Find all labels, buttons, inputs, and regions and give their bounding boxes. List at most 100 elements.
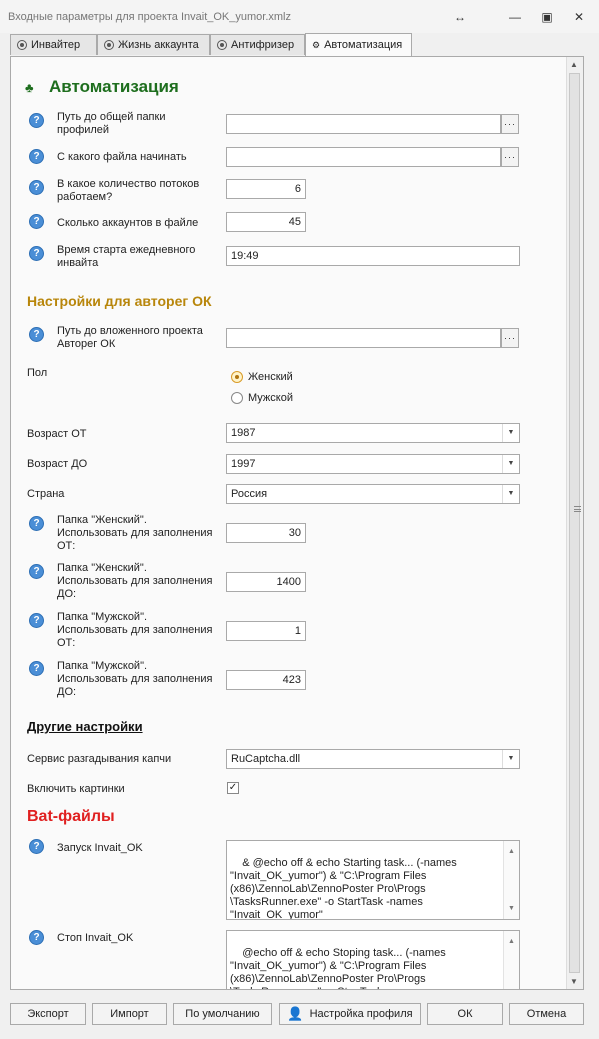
scrollbar-thumb[interactable] (569, 73, 581, 973)
tab-antifreezer[interactable]: Антифризер (210, 34, 305, 55)
minimize-button[interactable]: — (504, 8, 526, 26)
age-from-select[interactable]: 1987 ▼ (226, 423, 520, 443)
start-bat-text: & @echo off & echo Starting task... (-na… (230, 857, 457, 920)
chevron-down-icon[interactable]: ▼ (502, 485, 519, 503)
country-select[interactable]: Россия ▼ (226, 484, 520, 504)
browse-button[interactable]: ··· (501, 114, 519, 134)
maximize-button[interactable]: ▣ (536, 8, 558, 26)
female-to-label: Папка "Женский". Использовать для заполн… (57, 562, 213, 600)
radio-female[interactable] (231, 371, 243, 383)
profiles-path-label: Путь до общей папки профилей (57, 111, 166, 136)
resize-icon[interactable]: ↔ (449, 8, 471, 26)
stop-bat-text: @echo off & echo Stoping task... (-names… (230, 947, 446, 989)
help-icon[interactable]: ? (29, 180, 44, 195)
help-icon[interactable]: ? (29, 564, 44, 579)
nested-project-label: Путь до вложенного проекта Авторег ОК (57, 325, 203, 350)
chevron-down-icon[interactable]: ▼ (502, 455, 519, 473)
import-button[interactable]: Импорт (92, 1003, 167, 1025)
export-button[interactable]: Экспорт (10, 1003, 86, 1025)
help-icon[interactable]: ? (29, 613, 44, 628)
captcha-select[interactable]: RuCaptcha.dll ▼ (226, 749, 520, 769)
images-label: Включить картинки (27, 783, 125, 795)
accounts-input[interactable]: 45 (226, 212, 306, 232)
scroll-down-icon[interactable]: ▼ (570, 977, 578, 986)
tab-inviter[interactable]: Инвайтер (10, 34, 97, 55)
radio-female-label: Женский (248, 371, 293, 383)
help-icon[interactable]: ? (29, 149, 44, 164)
browse-button[interactable]: ··· (501, 328, 519, 348)
close-button[interactable]: ✕ (568, 8, 590, 26)
textarea-scrollbar[interactable]: ▲ (503, 931, 519, 989)
tab-settings-icon: ⚙ (312, 39, 321, 50)
panel-scrollbar[interactable]: ▲ ▼ (566, 57, 583, 989)
tab-automation[interactable]: ⚙ Автоматизация (305, 33, 412, 56)
help-icon[interactable]: ? (29, 839, 44, 854)
textarea-scrollbar[interactable]: ▲ ▼ (503, 841, 519, 919)
tab-gear-icon (17, 40, 27, 50)
scroll-down-icon[interactable]: ▼ (508, 902, 515, 915)
captcha-value: RuCaptcha.dll (231, 753, 301, 765)
section-title-bat: Bat-файлы (27, 808, 115, 825)
chevron-down-icon[interactable]: ▼ (502, 750, 519, 768)
age-to-value: 1997 (231, 458, 256, 470)
section-title-automation: Автоматизация (49, 77, 179, 96)
default-button[interactable]: По умолчанию (173, 1003, 272, 1025)
radio-male[interactable] (231, 392, 243, 404)
help-icon[interactable]: ? (29, 246, 44, 261)
chevron-down-icon[interactable]: ▼ (502, 424, 519, 442)
help-icon[interactable]: ? (29, 214, 44, 229)
male-from-label: Папка "Мужской". Использовать для заполн… (57, 611, 213, 649)
automation-section-icon: ♣ (25, 80, 34, 95)
profile-settings-button[interactable]: 👤 Настройка профиля (279, 1003, 421, 1025)
male-to-label: Папка "Мужской". Использовать для заполн… (57, 660, 213, 698)
help-icon[interactable]: ? (29, 327, 44, 342)
female-to-input[interactable]: 1400 (226, 572, 306, 592)
female-from-input[interactable]: 30 (226, 523, 306, 543)
threads-input[interactable]: 6 (226, 179, 306, 199)
profile-settings-label: Настройка профиля (309, 1008, 413, 1020)
section-title-autoreg: Настройки для авторег ОК (27, 293, 212, 309)
gender-label: Пол (27, 367, 48, 379)
tab-label: Автоматизация (324, 39, 403, 51)
tab-gear-icon (217, 40, 227, 50)
window-title: Входные параметры для проекта Invait_OK_… (8, 11, 292, 23)
age-from-label: Возраст ОТ (27, 428, 87, 440)
browse-button[interactable]: ··· (501, 147, 519, 167)
user-icon: 👤 (287, 1006, 304, 1021)
help-icon[interactable]: ? (29, 516, 44, 531)
stop-bat-textarea[interactable]: @echo off & echo Stoping task... (-names… (226, 930, 520, 989)
profiles-path-input[interactable] (226, 114, 501, 134)
grip-icon (574, 506, 581, 512)
scroll-up-icon[interactable]: ▲ (570, 60, 578, 69)
start-time-input[interactable]: 19:49 (226, 246, 520, 266)
age-from-value: 1987 (231, 427, 256, 439)
start-bat-label: Запуск Invait_OK (57, 842, 143, 854)
start-file-input[interactable] (226, 147, 501, 167)
tab-gear-icon (104, 40, 114, 50)
scroll-up-icon[interactable]: ▲ (508, 935, 515, 948)
male-from-input[interactable]: 1 (226, 621, 306, 641)
tab-account-life[interactable]: Жизнь аккаунта (97, 34, 210, 55)
country-value: Россия (231, 488, 268, 500)
ok-button[interactable]: ОК (427, 1003, 503, 1025)
start-file-label: С какого файла начинать (57, 151, 187, 163)
help-icon[interactable]: ? (29, 930, 44, 945)
scroll-up-icon[interactable]: ▲ (508, 845, 515, 858)
accounts-label: Сколько аккаунтов в файле (57, 217, 199, 229)
tab-label: Инвайтер (31, 39, 81, 51)
stop-bat-label: Стоп Invait_OK (57, 932, 134, 944)
male-to-input[interactable]: 423 (226, 670, 306, 690)
help-icon[interactable]: ? (29, 113, 44, 128)
images-checkbox[interactable]: ✓ (227, 782, 239, 794)
female-from-label: Папка "Женский". Использовать для заполн… (57, 514, 213, 552)
help-icon[interactable]: ? (29, 661, 44, 676)
cancel-button[interactable]: Отмена (509, 1003, 584, 1025)
age-to-select[interactable]: 1997 ▼ (226, 454, 520, 474)
country-label: Страна (27, 488, 65, 500)
start-bat-textarea[interactable]: & @echo off & echo Starting task... (-na… (226, 840, 520, 920)
nested-project-input[interactable] (226, 328, 501, 348)
age-to-label: Возраст ДО (27, 458, 88, 470)
threads-label: В какое количество потоков работаем? (57, 178, 200, 203)
section-title-other: Другие настройки (27, 719, 143, 734)
radio-male-label: Мужской (248, 392, 293, 404)
